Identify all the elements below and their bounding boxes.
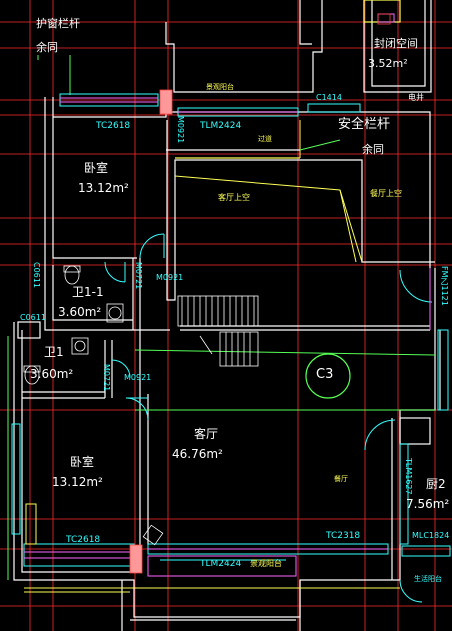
label-passage: 过道 (258, 135, 272, 143)
label-same-1: 余同 (36, 41, 58, 54)
label-fm2121: FM乙1121 (440, 266, 449, 306)
label-service-balcony: 生活阳台 (414, 575, 442, 583)
label-dining: 餐厅 (334, 475, 348, 483)
label-tc2618-top: TC2618 (96, 121, 131, 131)
label-guard-rail-window: 护窗栏杆 (36, 17, 80, 30)
label-m0721-a: M0721 (134, 262, 143, 290)
label-bedroom2: 卧室 (70, 455, 95, 469)
label-c0611-b: C0611 (20, 313, 46, 322)
label-bath1-1-area: 3.60m² (58, 305, 102, 319)
label-bath1: 卫1 (44, 345, 64, 359)
label-bedroom1-area: 13.12m² (78, 181, 129, 195)
label-sealed-space: 封闭空间 (374, 37, 418, 50)
label-tc2318: TC2318 (326, 531, 361, 541)
label-living: 客厅 (194, 427, 219, 441)
label-m0921-c: M0921 (124, 373, 152, 382)
label-axis-c3: C3 (316, 367, 334, 382)
label-living-area: 46.76m² (172, 447, 223, 461)
label-m0921-b: M0921 (156, 273, 184, 282)
label-scenic-balcony-bottom: 景观阳台 (250, 559, 282, 568)
label-tlm1627: TLM1627 (404, 458, 413, 495)
label-tlm2424-bottom: TLM2424 (200, 559, 242, 569)
label-m0721-b: M0721 (102, 364, 111, 392)
label-c0611-a: C0611 (32, 262, 41, 288)
label-dining-void: 餐厅上空 (370, 189, 402, 198)
label-c1414: C1414 (316, 93, 342, 102)
label-same-2: 余同 (362, 143, 384, 156)
label-kitchen2-area: 7.56m² (406, 497, 450, 511)
label-bath1-1: 卫1-1 (72, 285, 104, 299)
label-safety-rail: 安全栏杆 (338, 117, 391, 132)
label-tc2618-bottom: TC2618 (66, 535, 101, 545)
label-mlc1824: MLC1824 (412, 531, 450, 540)
label-tlm2424-top: TLM2424 (200, 121, 242, 131)
label-living-void: 客厅上空 (218, 193, 250, 202)
label-bath1-area: 3.60m² (30, 367, 74, 381)
label-m0921-a: M0921 (176, 116, 185, 144)
label-scenic-balcony-top: 景观阳台 (206, 83, 234, 91)
label-kitchen2: 厨2 (426, 477, 446, 491)
label-sealed-area: 3.52m² (368, 57, 408, 70)
label-bedroom2-area: 13.12m² (52, 475, 103, 489)
label-elevator: 电井 (408, 93, 424, 102)
label-bedroom1: 卧室 (84, 161, 109, 175)
